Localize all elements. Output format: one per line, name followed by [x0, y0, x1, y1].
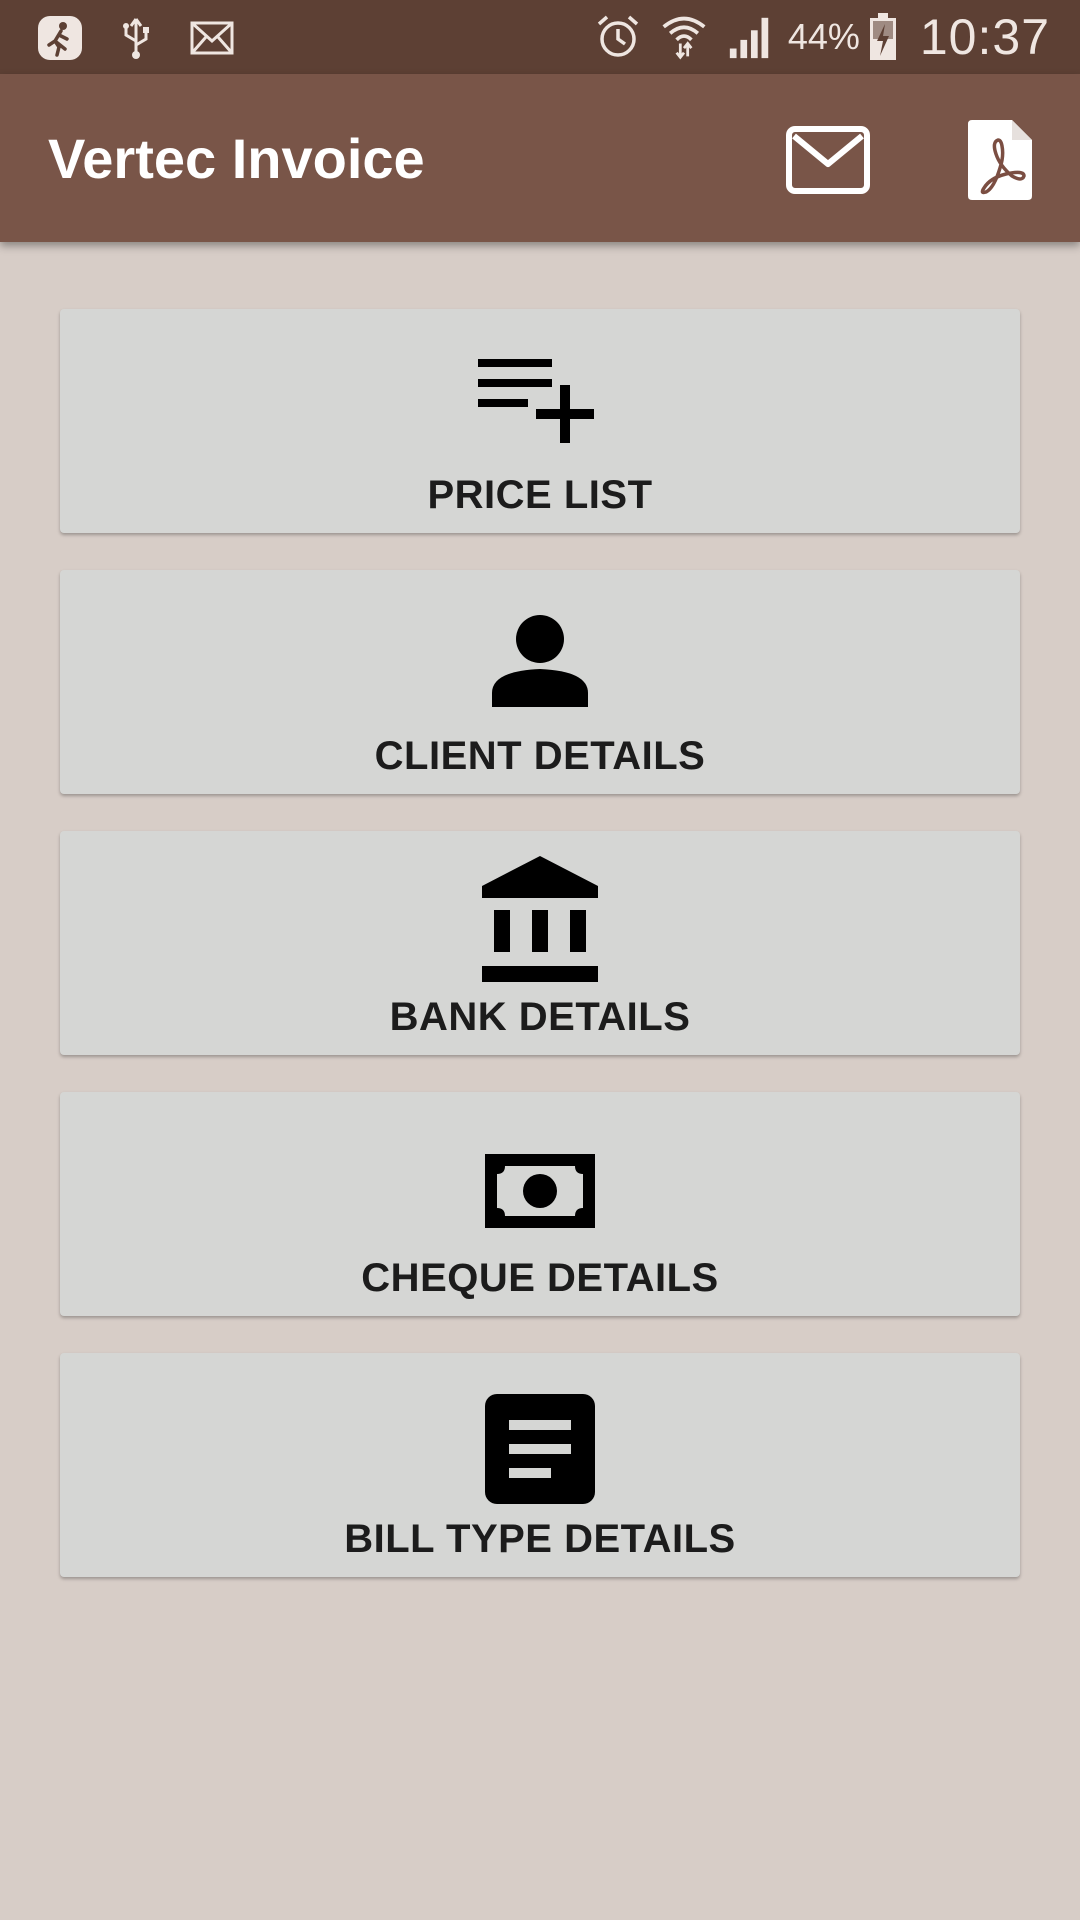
usb-icon [112, 14, 160, 62]
status-bar-right: 44% 10:37 [594, 8, 1050, 66]
app-title: Vertec Invoice [48, 127, 425, 190]
send-email-button[interactable] [786, 126, 870, 194]
signal-icon [726, 13, 774, 61]
document-icon [475, 1391, 605, 1504]
status-bar: 44% 10:37 [0, 0, 1080, 74]
email-notification-icon [188, 14, 236, 62]
battery-percent: 44% [787, 16, 860, 57]
alarm-icon [594, 13, 642, 61]
export-pdf-button[interactable] [966, 118, 1034, 202]
price-list-card[interactable]: PRICE LIST [60, 309, 1020, 533]
cheque-details-label: CHEQUE DETAILS [361, 1256, 719, 1300]
fitness-app-icon [36, 14, 84, 62]
playlist-add-icon [475, 347, 605, 457]
pdf-icon [968, 120, 1032, 200]
client-details-card[interactable]: CLIENT DETAILS [60, 570, 1020, 794]
person-icon [475, 608, 605, 718]
bill-type-details-card[interactable]: BILL TYPE DETAILS [60, 1353, 1020, 1577]
clock-time: 10:37 [919, 9, 1050, 65]
bank-details-label: BANK DETAILS [389, 995, 691, 1039]
status-bar-left [36, 14, 236, 62]
app-bar: Vertec Invoice [0, 74, 1080, 242]
price-list-label: PRICE LIST [427, 473, 653, 517]
client-details-label: CLIENT DETAILS [374, 734, 706, 778]
bill-type-details-label: BILL TYPE DETAILS [344, 1517, 736, 1561]
bank-details-card[interactable]: BANK DETAILS [60, 831, 1020, 1055]
cheque-details-card[interactable]: CHEQUE DETAILS [60, 1092, 1020, 1316]
bank-icon [475, 856, 605, 982]
battery-charging-icon [866, 13, 900, 61]
wifi-icon [660, 13, 708, 61]
menu-list: PRICE LIST CLIENT DETAILS BANK DETAILS C… [60, 309, 1020, 1614]
money-icon [475, 1130, 605, 1240]
mail-icon [786, 126, 870, 194]
